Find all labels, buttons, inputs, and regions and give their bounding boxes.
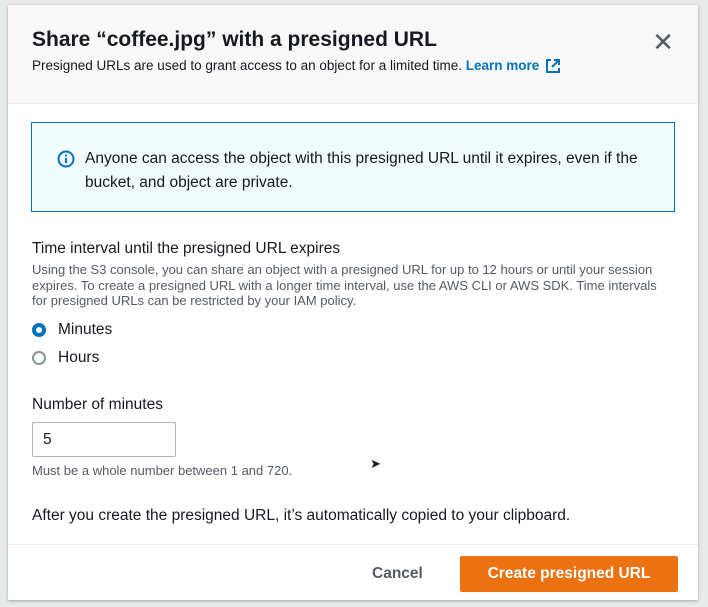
interval-description: Using the S3 console, you can share an o… <box>32 262 657 308</box>
info-icon <box>57 150 75 168</box>
modal-title: Share “coffee.jpg” with a presigned URL <box>32 28 437 51</box>
minutes-hint: Must be a whole number between 1 and 720… <box>32 463 293 478</box>
create-presigned-url-button[interactable]: Create presigned URL <box>460 556 678 592</box>
radio-hours[interactable]: Hours <box>32 349 99 367</box>
interval-label: Time interval until the presigned URL ex… <box>32 240 341 257</box>
radio-label: Hours <box>58 349 100 366</box>
modal-header: Share “coffee.jpg” with a presigned URL … <box>8 5 698 104</box>
minutes-label: Number of minutes <box>32 396 163 413</box>
close-icon[interactable]: ✕ <box>652 29 674 55</box>
radio-label: Minutes <box>58 321 113 338</box>
presigned-url-modal: Share “coffee.jpg” with a presigned URL … <box>8 5 698 600</box>
info-text: Anyone can access the object with this p… <box>85 150 638 191</box>
radio-selected-icon <box>32 323 46 337</box>
external-link-icon <box>546 59 561 74</box>
learn-more-link[interactable]: Learn more <box>465 58 562 74</box>
radio-minutes[interactable]: Minutes <box>32 321 112 339</box>
clipboard-note: After you create the presigned URL, it’s… <box>32 507 571 524</box>
subtitle-text: Presigned URLs are used to grant access … <box>32 58 462 73</box>
learn-more-label: Learn more <box>465 58 540 73</box>
modal-footer: Cancel Create presigned URL <box>8 544 698 600</box>
cancel-button[interactable]: Cancel <box>372 565 423 583</box>
mouse-cursor-icon: ➤ <box>370 456 381 471</box>
info-alert: Anyone can access the object with this p… <box>31 122 675 212</box>
radio-unselected-icon <box>32 351 46 365</box>
modal-subtitle: Presigned URLs are used to grant access … <box>32 58 561 74</box>
minutes-input[interactable]: 5 <box>32 422 176 457</box>
